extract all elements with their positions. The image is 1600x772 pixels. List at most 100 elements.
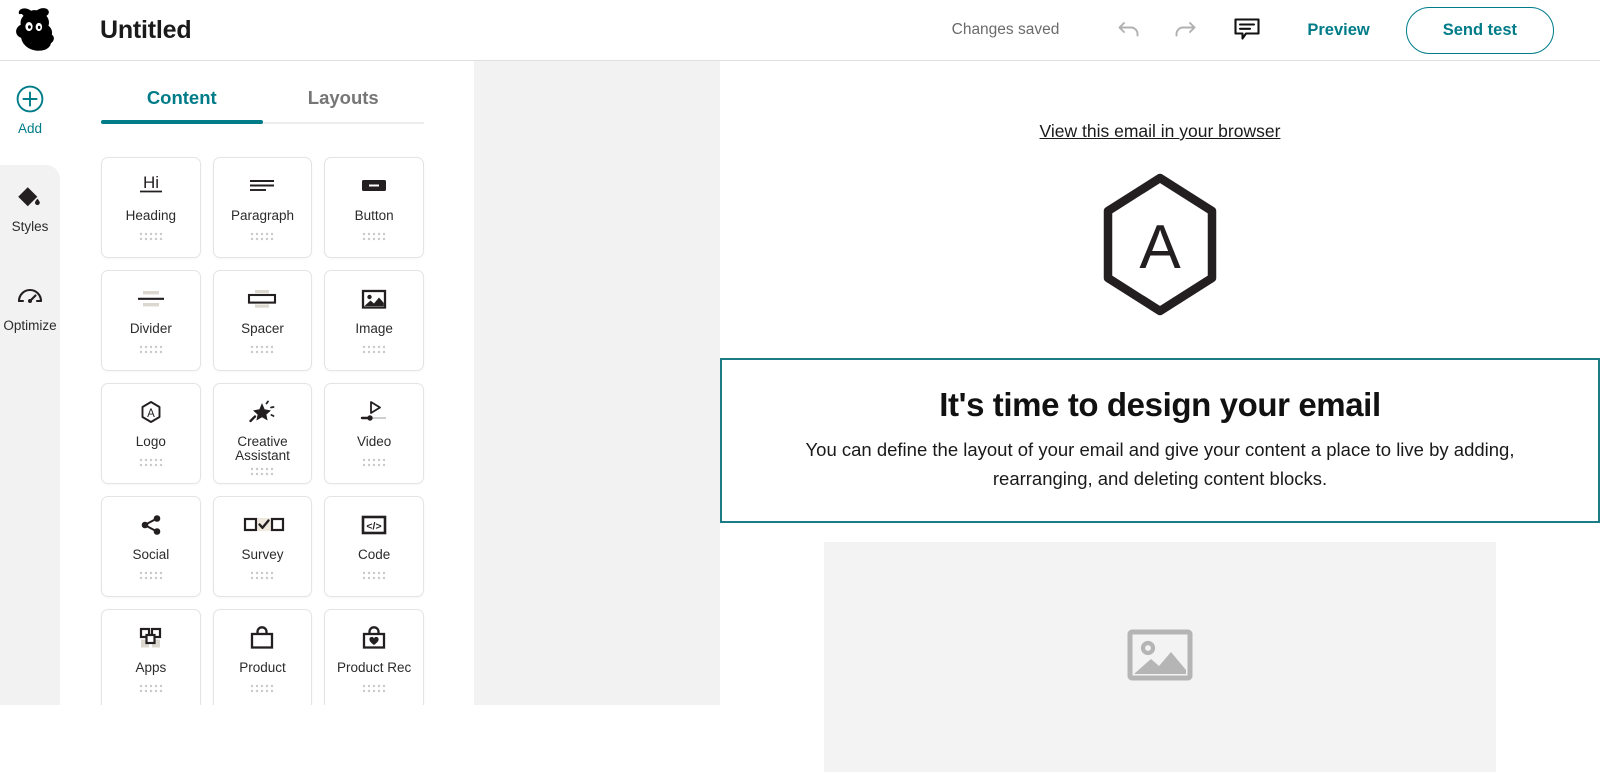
code-brackets-icon: </> [353,511,395,539]
block-card-label: Button [354,208,394,223]
svg-text:A: A [1139,213,1181,282]
drag-dots-icon[interactable] [250,463,274,481]
block-card-label: Paragraph [230,208,295,223]
block-card-label: Heading [125,208,176,223]
gauge-icon [15,280,45,312]
undo-button[interactable] [1109,10,1149,50]
redo-button[interactable] [1165,10,1205,50]
block-card-label: Spacer [241,321,284,336]
block-card-label: Video [357,434,392,449]
view-in-browser-link[interactable]: View this email in your browser [1040,121,1281,141]
svg-text:Hi: Hi [143,173,159,192]
video-play-scrubber-icon [353,398,395,426]
drag-dots-icon[interactable] [362,567,386,585]
top-bar-actions: Changes saved Preview Send test [952,0,1600,60]
drag-dots-icon[interactable] [250,680,274,698]
email-canvas: View this email in your browser A It's t… [720,61,1600,772]
drag-dots-icon[interactable] [362,341,386,359]
drag-dots-icon[interactable] [250,567,274,585]
block-card-product[interactable]: Product [212,609,313,705]
product-rec-bag-heart-icon [353,624,395,652]
image-placeholder-block[interactable] [824,542,1496,772]
block-card-label: Image [355,321,393,336]
preview-link[interactable]: Preview [1307,21,1369,40]
divider-line-icon [130,285,172,313]
plus-circle-icon [15,83,45,115]
email-canvas-area: View this email in your browser A It's t… [474,61,1600,772]
svg-text:</>: </> [367,521,382,533]
block-card-social[interactable]: Social [101,496,201,597]
rail-item-optimize[interactable]: Optimize [0,280,60,333]
drag-dots-icon[interactable] [139,454,163,472]
svg-text:A: A [147,408,155,420]
rail-item-label: Add [17,121,43,136]
social-share-icon [130,511,172,539]
block-card-video[interactable]: Video [324,383,424,484]
block-card-logo[interactable]: A Logo [101,383,201,484]
block-card-spacer[interactable]: Spacer [212,270,313,371]
content-panel: Content Layouts Hi Heading Paragraph But… [60,61,465,705]
logo-block[interactable]: A [720,172,1600,322]
block-card-paragraph[interactable]: Paragraph [212,157,313,258]
hexagon-logo-placeholder: A [1099,172,1221,322]
save-status-text: Changes saved [951,21,1060,38]
comment-bubble-icon [1232,14,1262,47]
block-card-button[interactable]: Button [324,157,424,258]
block-card-creative-assistant[interactable]: Creative Assistant [212,383,313,484]
drag-dots-icon[interactable] [139,680,163,698]
block-card-label: Survey [241,547,284,562]
selected-content-block[interactable]: It's time to design your email You can d… [720,358,1600,523]
block-heading-text[interactable]: It's time to design your email [752,386,1568,424]
rail-item-add[interactable]: Add [0,83,60,136]
block-card-apps[interactable]: Apps [101,609,201,705]
undo-arrow-icon [1116,16,1142,45]
block-body-text[interactable]: You can define the layout of your email … [752,435,1568,493]
panel-tabs: Content Layouts [101,61,424,124]
content-block-grid: Hi Heading Paragraph Button Divider Spac… [101,157,424,705]
block-card-label: Code [358,547,391,562]
spacer-box-icon [241,285,283,313]
drag-dots-icon[interactable] [139,228,163,246]
block-card-image[interactable]: Image [324,270,424,371]
block-card-label: Divider [129,321,172,336]
redo-arrow-icon [1172,16,1198,45]
rail-item-styles[interactable]: Styles [0,181,60,234]
drag-dots-icon[interactable] [139,341,163,359]
magic-wand-sparkle-icon [241,398,283,426]
block-card-label: Product Rec [337,660,412,675]
rail-background-panel [0,165,60,705]
left-rail: Add Styles Optimize [0,61,60,705]
tab-content[interactable]: Content [101,87,263,124]
product-bag-icon [241,624,283,652]
send-test-button[interactable]: Send test [1405,6,1554,54]
block-card-label: Logo [135,434,166,449]
block-card-code[interactable]: </> Code [324,496,424,597]
paragraph-lines-icon [241,172,283,200]
drag-dots-icon[interactable] [362,680,386,698]
drag-dots-icon[interactable] [362,228,386,246]
block-card-product-rec[interactable]: Product Rec [324,609,424,705]
document-title[interactable]: Untitled [100,16,192,45]
image-placeholder-icon [1126,628,1194,687]
drag-dots-icon[interactable] [362,454,386,472]
apps-grid-icon [130,624,172,652]
heading-hi-icon: Hi [130,172,172,200]
rail-item-label: Optimize [3,318,57,333]
drag-dots-icon[interactable] [250,228,274,246]
rail-item-label: Styles [11,219,49,234]
drag-dots-icon[interactable] [250,341,274,359]
block-card-heading[interactable]: Hi Heading [101,157,201,258]
block-card-label: Product [239,660,286,675]
block-card-label: Social [132,547,170,562]
mailchimp-monkey-logo[interactable] [6,6,64,54]
button-pill-icon [353,172,395,200]
comments-button[interactable] [1227,10,1267,50]
block-card-divider[interactable]: Divider [101,270,201,371]
block-card-label: Apps [135,660,167,675]
drag-dots-icon[interactable] [139,567,163,585]
ink-drop-icon [15,181,45,213]
image-picture-icon [353,285,395,313]
tab-layouts[interactable]: Layouts [263,87,425,122]
preheader-row: View this email in your browser [720,61,1600,142]
block-card-survey[interactable]: Survey [212,496,313,597]
